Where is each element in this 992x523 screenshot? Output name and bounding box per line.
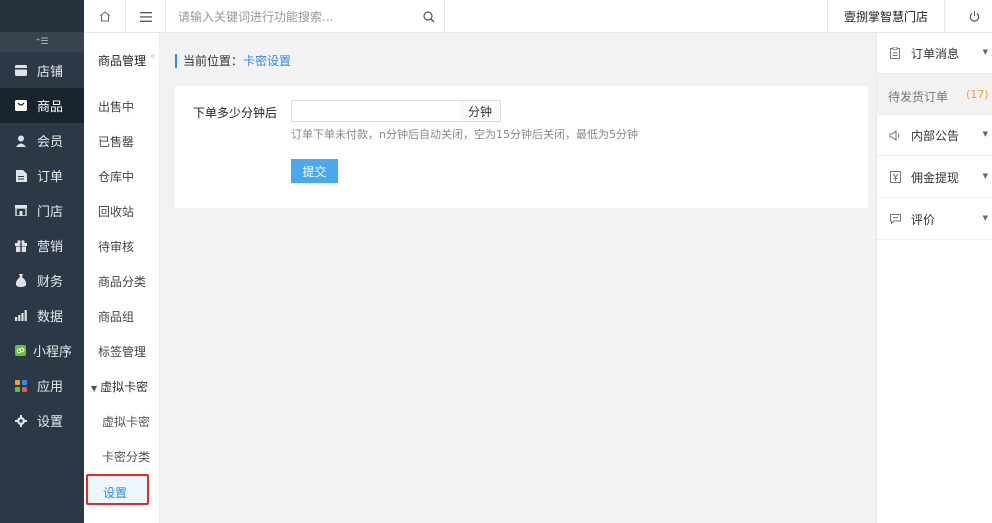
submenu-item[interactable]: 待审核 <box>98 238 134 255</box>
gift-icon <box>13 239 29 252</box>
menu-collapse-icon[interactable]: ⁺☰ <box>0 32 84 52</box>
sidebar-item-apps[interactable]: 应用 <box>0 368 84 403</box>
submenu-item[interactable]: 商品组 <box>98 308 134 325</box>
announcement-section[interactable]: 内部公告 ▼ <box>877 115 992 156</box>
sidebar-item-label: 商品 <box>37 100 64 115</box>
sidebar-item-label: 小程序 <box>33 345 73 360</box>
caret-down-icon: ▼ <box>982 130 988 138</box>
goods-icon <box>13 100 29 111</box>
miniapp-icon <box>12 345 28 356</box>
logo-area <box>0 0 84 32</box>
commission-withdraw-section[interactable]: 佣金提现 ▼ <box>877 157 992 198</box>
breadcrumb-current[interactable]: 卡密设置 <box>243 54 291 68</box>
form-panel <box>175 86 868 208</box>
caret-down-icon: ▼ <box>91 384 98 393</box>
chart-icon <box>13 310 29 321</box>
right-panel-label: 订单消息 <box>911 46 960 61</box>
submenu-title: 商品管理 <box>98 54 147 68</box>
submenu-item[interactable]: 仓库中 <box>98 168 134 185</box>
right-panel-label: 评价 <box>911 212 936 227</box>
minutes-unit: 分钟 <box>460 100 501 122</box>
submenu-item-settings-active[interactable]: 设置 <box>86 474 149 505</box>
clipboard-icon <box>888 47 902 59</box>
submenu-child-item[interactable]: 卡密分类 <box>102 448 150 465</box>
sidebar-item-label: 门店 <box>37 205 64 220</box>
main-sidebar: ⁺☰ 店铺 商品 会员 订单 门店 营销 财务 数据 小程序 应用 设置 <box>0 0 84 523</box>
sidebar-item-settings[interactable]: 设置 <box>0 403 84 438</box>
sidebar-item-label: 店铺 <box>37 65 64 80</box>
gear-icon <box>13 414 29 427</box>
sidebar-item-label: 订单 <box>37 170 64 185</box>
sidebar-item-label: 财务 <box>37 275 64 290</box>
submenu-collapse-icon[interactable]: « <box>150 52 156 62</box>
submenu-item[interactable]: 出售中 <box>98 98 134 115</box>
right-panel-label: 内部公告 <box>911 128 960 143</box>
submenu-active-label: 设置 <box>103 486 128 500</box>
sidebar-item-label: 设置 <box>37 415 64 430</box>
sidebar-item-data[interactable]: 数据 <box>0 298 84 333</box>
shop-name[interactable]: 壹捌掌智慧门店 <box>827 0 945 33</box>
sidebar-item-store[interactable]: 店铺 <box>0 53 84 88</box>
submenu-group-virtual-card[interactable]: ▼ 虚拟卡密 <box>91 378 148 395</box>
home-icon[interactable] <box>84 0 126 33</box>
submenu-item[interactable]: 回收站 <box>98 203 134 220</box>
sidebar-item-marketing[interactable]: 营销 <box>0 228 84 263</box>
pending-shipment-count: (17) <box>966 88 989 101</box>
sidebar-item-shop[interactable]: 门店 <box>0 193 84 228</box>
logout-icon[interactable] <box>956 0 992 33</box>
sidebar-item-goods[interactable]: 商品 <box>0 88 84 123</box>
sidebar-item-miniapp[interactable]: 小程序 <box>0 333 84 368</box>
breadcrumb-prefix: 当前位置： <box>183 54 244 68</box>
close-minutes-label: 下单多少分钟后 <box>193 106 278 120</box>
order-message-section[interactable]: 订单消息 ▼ <box>877 33 992 74</box>
caret-down-icon: ▼ <box>982 214 988 222</box>
sidebar-item-label: 数据 <box>37 310 64 325</box>
submenu-item[interactable]: 已售罄 <box>98 133 134 150</box>
submenu-item[interactable]: 标签管理 <box>98 343 146 360</box>
order-icon <box>13 169 29 182</box>
goods-submenu: 商品管理 « 出售中 已售罄 仓库中 回收站 待审核 商品分类 商品组 标签管理… <box>84 0 160 523</box>
close-minutes-help: 订单下单未付款，n分钟后自动关闭，空为15分钟后关闭，最低为5分钟 <box>291 128 638 141</box>
caret-down-icon: ▼ <box>982 172 988 180</box>
caret-down-icon: ▼ <box>982 48 988 56</box>
function-search-input[interactable] <box>178 8 418 26</box>
sidebar-item-label: 会员 <box>37 135 64 150</box>
submenu-group-label: 虚拟卡密 <box>100 380 149 394</box>
right-panel-label: 佣金提现 <box>911 170 960 185</box>
speaker-icon <box>888 129 902 141</box>
submenu-child-item[interactable]: 虚拟卡密 <box>102 413 150 430</box>
shop-icon <box>13 205 29 216</box>
top-bar: 壹捌掌智慧门店 <box>84 0 992 33</box>
search-icon[interactable] <box>414 0 445 33</box>
close-minutes-input[interactable] <box>291 100 461 122</box>
money-bag-icon <box>13 274 29 287</box>
comment-icon <box>888 214 902 224</box>
sidebar-item-finance[interactable]: 财务 <box>0 263 84 298</box>
withdraw-icon <box>888 171 902 183</box>
apps-icon <box>13 379 29 392</box>
store-icon <box>13 65 29 76</box>
sidebar-item-label: 营销 <box>37 240 64 255</box>
submit-button[interactable]: 提交 <box>291 159 338 183</box>
sidebar-item-label: 应用 <box>37 380 64 395</box>
member-icon <box>13 135 29 147</box>
pending-shipment-row[interactable]: 待发货订单 (17) <box>877 74 992 115</box>
notification-panel: 订单消息 ▼ 待发货订单 (17) 内部公告 ▼ 佣金提现 ▼ 评价 ▼ <box>876 33 992 523</box>
sidebar-item-member[interactable]: 会员 <box>0 123 84 158</box>
sidebar-item-order[interactable]: 订单 <box>0 158 84 193</box>
review-section[interactable]: 评价 ▼ <box>877 199 992 240</box>
menu-toggle-icon[interactable] <box>126 0 166 33</box>
pending-shipment-label: 待发货订单 <box>888 90 949 104</box>
submenu-item[interactable]: 商品分类 <box>98 273 146 290</box>
breadcrumb: 当前位置：卡密设置 <box>175 54 291 68</box>
